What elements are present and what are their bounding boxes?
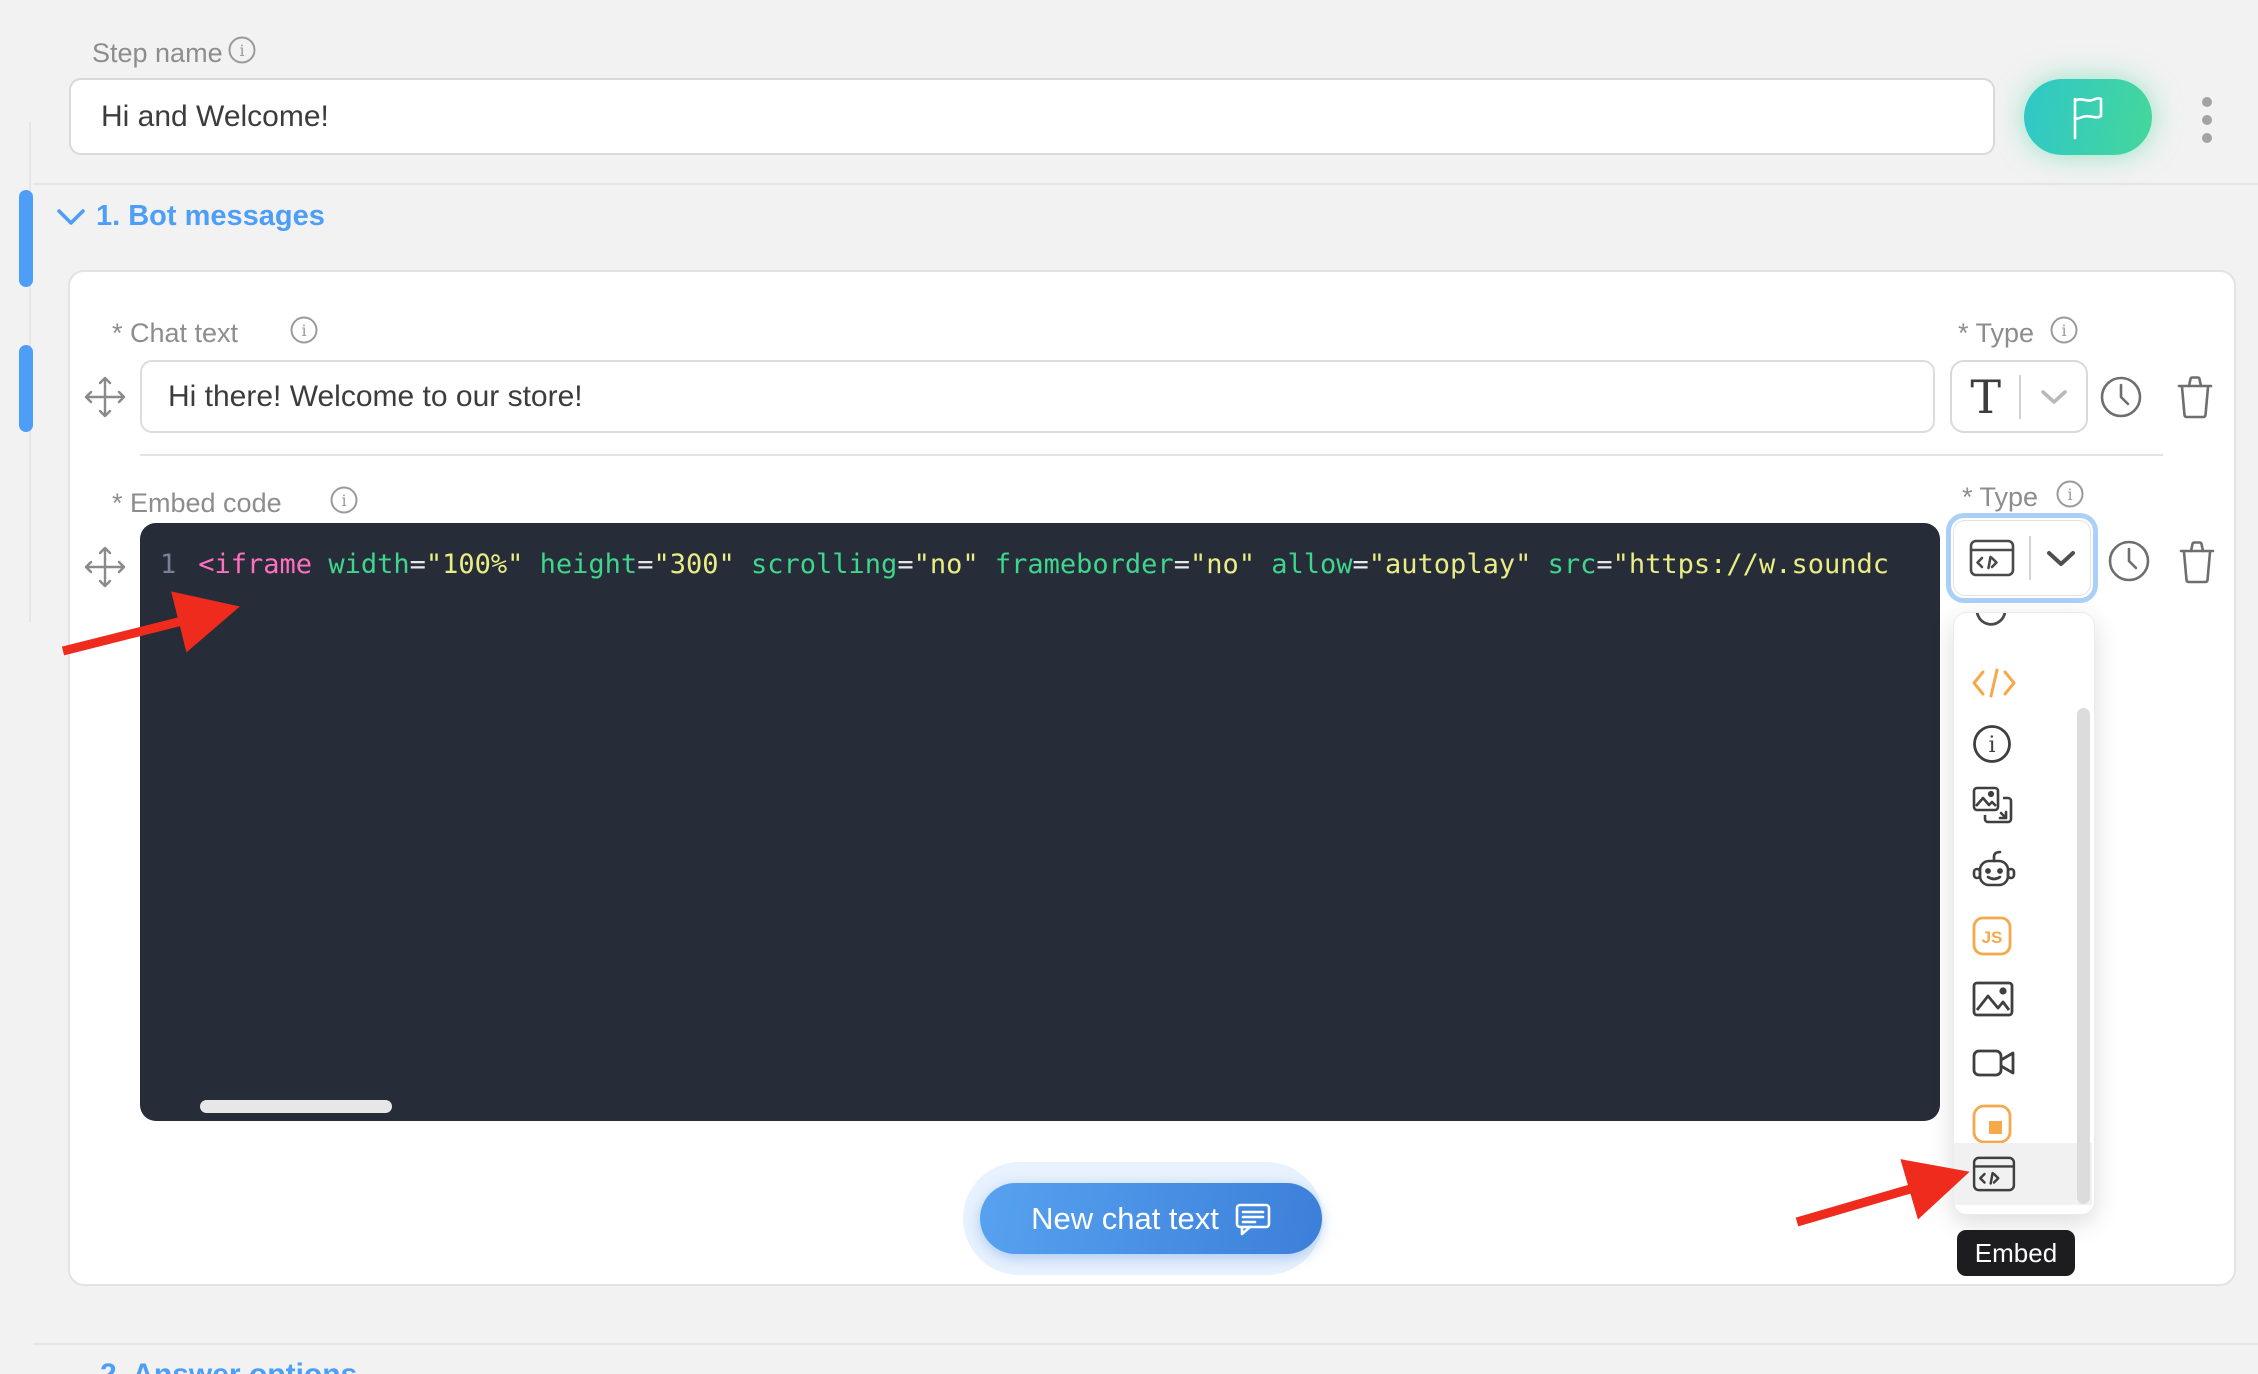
svg-text:i: i [301,321,306,340]
trash-icon[interactable] [2172,374,2218,420]
delay-clock-icon[interactable] [2098,374,2144,420]
type-label: * Type [1958,318,2035,348]
javascript-icon: JS [1972,916,2012,956]
svg-text:i: i [2067,485,2072,504]
new-chat-text-button[interactable]: New chat text [980,1183,1322,1254]
chevron-down-icon [2046,549,2076,568]
kebab-dot [2202,133,2212,143]
info-icon[interactable]: i [330,486,358,514]
refresh-icon [1972,613,2010,629]
info-circle-icon: i [1972,724,2012,764]
code-icon [1972,668,2016,698]
embed-code-editor[interactable]: 1 <iframe width="100%" height="300" scrol… [140,523,1940,1121]
embed-icon [1972,1156,2016,1192]
trash-icon[interactable] [2174,539,2220,585]
dropdown-scrollbar[interactable] [2077,708,2090,1204]
chevron-down-icon[interactable] [56,206,86,228]
type-label: * Type [1962,482,2039,512]
text-type-icon: T [1970,369,2002,424]
type-selector-embed[interactable] [1953,520,2091,596]
bot-icon [1972,849,2016,889]
dropdown-item-carousel[interactable] [1954,776,2092,838]
chat-text-input[interactable] [140,360,1935,433]
embed-tooltip: Embed [1957,1230,2075,1276]
kebab-dot [2202,115,2212,125]
dropdown-item-info[interactable]: i [1954,713,2092,775]
kebab-dot [2202,97,2212,107]
left-rail-indicator[interactable] [19,190,33,287]
chat-text-label: * Chat text [112,318,239,348]
embed-code-label: * Embed code [112,488,282,518]
svg-text:i: i [341,491,346,510]
horizontal-scrollbar[interactable] [200,1100,392,1113]
info-icon[interactable]: i [228,36,256,64]
new-chat-text-label: New chat text [1031,1200,1219,1236]
dropdown-item-image[interactable] [1954,968,2092,1030]
dropdown-item-code[interactable] [1954,652,2092,714]
image-carousel-icon [1972,786,2014,828]
svg-text:i: i [2061,321,2066,340]
section-title-clipped[interactable]: 2. Answer options [100,1358,357,1374]
divider [2029,536,2031,580]
code-line: 1 <iframe width="100%" height="300" scrol… [160,545,1889,585]
info-icon[interactable]: i [2050,316,2078,344]
type-dropdown-menu: i JS [1953,612,2095,1215]
divider [2019,374,2022,419]
svg-text:JS: JS [1982,928,2003,947]
button-icon [1972,1104,2012,1144]
chat-bubble-icon [1235,1202,1271,1236]
row-divider [140,454,2163,456]
left-rail-indicator[interactable] [19,345,33,432]
type-selector-text[interactable]: T [1950,360,2088,433]
delay-clock-icon[interactable] [2106,538,2152,584]
info-icon[interactable]: i [290,316,318,344]
section-divider [33,1343,2258,1345]
dropdown-item-javascript[interactable]: JS [1954,905,2092,967]
flag-button[interactable] [2024,79,2152,155]
step-name-input[interactable] [69,78,1995,155]
kebab-menu-icon[interactable] [2190,88,2224,152]
flag-icon [2067,94,2109,140]
section-divider [33,183,2258,185]
dropdown-item-refresh[interactable] [1954,613,2092,641]
embed-type-icon [1969,539,2015,577]
section-title[interactable]: 1. Bot messages [96,200,325,233]
image-icon [1972,981,2014,1017]
dropdown-item-embed[interactable] [1954,1143,2092,1205]
svg-text:i: i [1988,733,1995,758]
step-editor-page: Step name i 1. Bot messages * Chat text … [0,0,2258,1374]
drag-handle-icon[interactable] [82,374,128,420]
step-name-label: Step name [92,38,223,68]
dropdown-item-bot[interactable] [1954,838,2092,900]
line-number: 1 [160,549,177,580]
code-content: <iframe width="100%" height="300" scroll… [198,549,1889,580]
drag-handle-icon[interactable] [82,544,128,590]
chevron-down-icon [2040,388,2068,406]
info-icon[interactable]: i [2056,480,2084,508]
video-icon [1972,1047,2016,1079]
svg-text:i: i [239,41,244,60]
dropdown-item-video[interactable] [1954,1032,2092,1094]
